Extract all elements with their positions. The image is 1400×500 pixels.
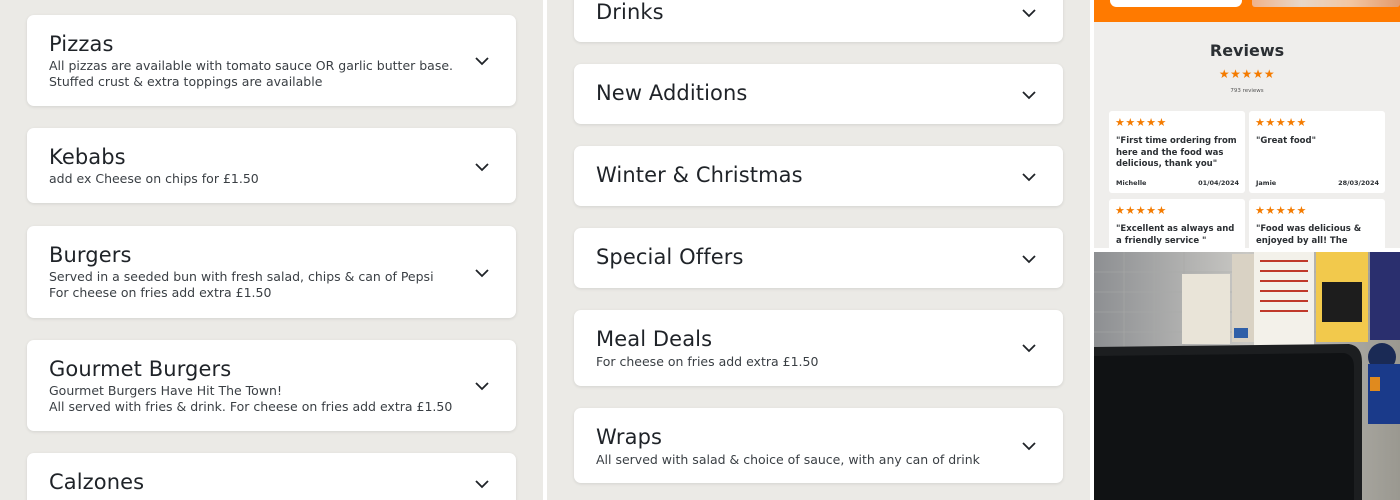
category-title: Winter & Christmas [596, 163, 803, 187]
review-count[interactable]: 793 reviews [1094, 88, 1400, 94]
category-card-winter-christmas[interactable]: Winter & Christmas [574, 146, 1063, 206]
chevron-down-icon[interactable] [474, 381, 490, 391]
chevron-down-icon[interactable] [474, 479, 490, 489]
category-description: All pizzas are available with tomato sau… [49, 58, 454, 89]
category-title: Calzones [49, 470, 145, 494]
restaurant-photo [1094, 252, 1400, 500]
category-card-meal-deals[interactable]: Meal Deals For cheese on fries add extra… [574, 310, 1063, 386]
category-description: Served in a seeded bun with fresh salad,… [49, 269, 434, 284]
review-date: 28/03/2024 [1338, 179, 1379, 187]
category-description: For cheese on fries add extra £1.50 [596, 354, 819, 369]
category-title: Burgers [49, 243, 132, 267]
category-card-pizzas[interactable]: Pizzas All pizzas are available with tom… [27, 15, 516, 106]
star-icon: ★★★★★ [1255, 116, 1307, 129]
review-text: "Excellent as always and a friendly serv… [1116, 224, 1235, 246]
review-card[interactable]: ★★★★★ "First time ordering from here and… [1109, 111, 1245, 193]
reviewer-name: Jamie [1256, 179, 1277, 187]
restaurant-info-panel: Reviews ★★★★★ 793 reviews ★★★★★ "First t… [1094, 0, 1400, 500]
category-description: All served with salad & choice of sauce,… [596, 452, 980, 467]
category-description: All served with fries & drink. For chees… [49, 399, 453, 414]
category-card-burgers[interactable]: Burgers Served in a seeded bun with fres… [27, 226, 516, 318]
category-card-drinks[interactable]: Drinks [574, 0, 1063, 42]
category-description: Gourmet Burgers Have Hit The Town! [49, 383, 282, 398]
category-card-kebabs[interactable]: Kebabs add ex Cheese on chips for £1.50 [27, 128, 516, 203]
category-title: New Additions [596, 81, 748, 105]
chevron-down-icon[interactable] [474, 268, 490, 278]
review-date: 01/04/2024 [1198, 179, 1239, 187]
review-card[interactable]: ★★★★★ "Great food" Jamie 28/03/2024 [1249, 111, 1385, 193]
menu-category-column-middle: Drinks New Additions Winter & Christmas … [547, 0, 1090, 500]
star-icon: ★★★★★ [1115, 204, 1167, 217]
reviews-title: Reviews [1209, 41, 1285, 60]
review-text: "Great food" [1256, 136, 1317, 146]
category-description: add ex Cheese on chips for £1.50 [49, 171, 259, 186]
review-card[interactable]: ★★★★★ "Excellent as always and a friendl… [1109, 199, 1245, 259]
category-card-special-offers[interactable]: Special Offers [574, 228, 1063, 288]
star-icon: ★★★★★ [1218, 67, 1276, 81]
category-card-gourmet-burgers[interactable]: Gourmet Burgers Gourmet Burgers Have Hit… [27, 340, 516, 431]
reviews-section: Reviews ★★★★★ 793 reviews ★★★★★ "First t… [1094, 22, 1400, 259]
category-description: For cheese on fries add extra £1.50 [49, 285, 272, 300]
category-title: Special Offers [596, 245, 744, 269]
category-card-wraps[interactable]: Wraps All served with salad & choice of … [574, 408, 1063, 483]
menu-category-column-left: Pizzas All pizzas are available with tom… [0, 0, 543, 500]
header-banner [1094, 0, 1400, 22]
chevron-down-icon[interactable] [1021, 90, 1037, 100]
chevron-down-icon[interactable] [1021, 8, 1037, 18]
category-title: Kebabs [49, 145, 126, 169]
category-title: Drinks [596, 0, 664, 24]
category-title: Gourmet Burgers [49, 357, 232, 381]
chevron-down-icon[interactable] [1021, 172, 1037, 182]
review-text: "Food was delicious & enjoyed by all! Th… [1256, 224, 1362, 246]
chevron-down-icon[interactable] [1021, 441, 1037, 451]
chevron-down-icon[interactable] [1021, 343, 1037, 353]
food-banner-image [1252, 0, 1400, 7]
banner-button[interactable] [1110, 0, 1242, 7]
chevron-down-icon[interactable] [1021, 254, 1037, 264]
category-title: Pizzas [49, 32, 114, 56]
chevron-down-icon[interactable] [474, 56, 490, 66]
review-text: "First time ordering from here and the f… [1116, 136, 1237, 169]
category-title: Meal Deals [596, 327, 713, 351]
category-card-calzones[interactable]: Calzones [27, 453, 516, 500]
chevron-down-icon[interactable] [474, 162, 490, 172]
category-card-new-additions[interactable]: New Additions [574, 64, 1063, 124]
reviewer-name: Michelle [1116, 179, 1147, 187]
star-icon: ★★★★★ [1255, 204, 1307, 217]
review-card[interactable]: ★★★★★ "Food was delicious & enjoyed by a… [1249, 199, 1385, 259]
category-title: Wraps [596, 425, 663, 449]
star-icon: ★★★★★ [1115, 116, 1167, 129]
